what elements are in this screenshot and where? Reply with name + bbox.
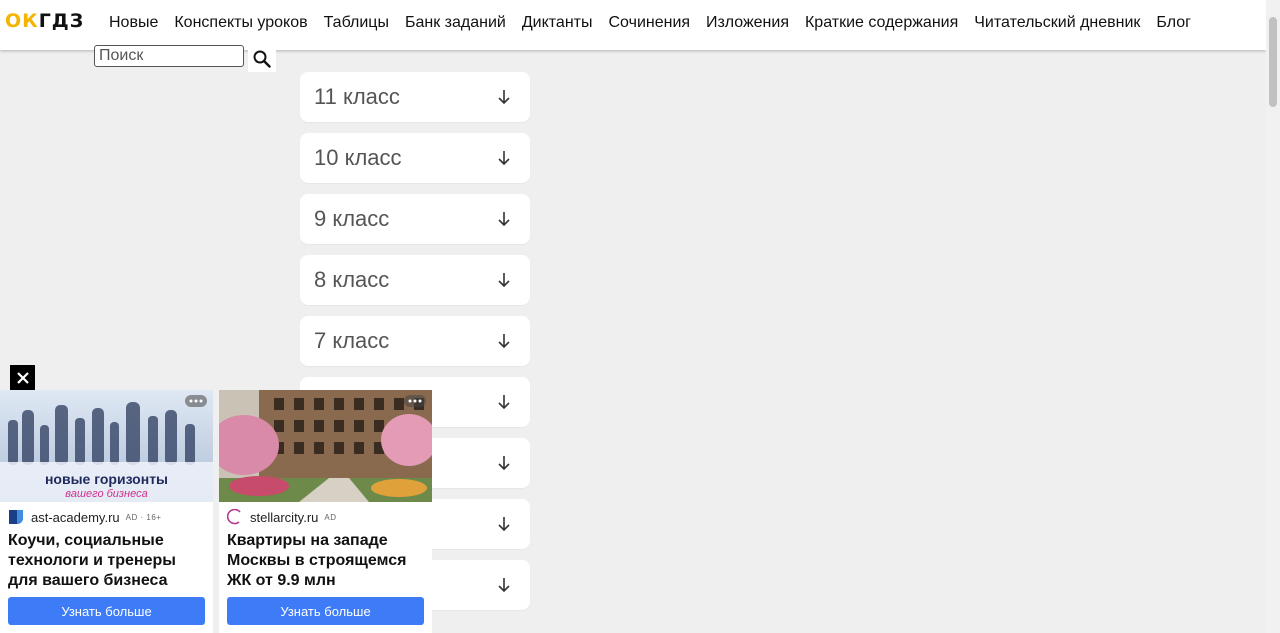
nav-item-lesson-notes[interactable]: Конспекты уроков xyxy=(166,13,315,33)
grade-item[interactable]: 10 класс xyxy=(300,133,530,183)
close-icon xyxy=(16,371,29,384)
arrow-down-icon xyxy=(498,334,510,349)
nav-item-new[interactable]: Новые xyxy=(101,13,166,33)
ad-source: ast-academy.ru AD · 16+ xyxy=(8,509,161,525)
scrollbar-thumb[interactable] xyxy=(1269,17,1277,107)
ad-close-button[interactable] xyxy=(10,365,35,390)
grade-item[interactable]: 11 класс xyxy=(300,72,530,122)
more-dots-icon xyxy=(408,399,422,403)
logo-part-ok: ОК xyxy=(5,10,39,32)
grade-item[interactable]: 7 класс xyxy=(300,316,530,366)
arrow-down-icon xyxy=(498,212,510,227)
search-icon xyxy=(253,50,271,68)
ad-domain[interactable]: ast-academy.ru xyxy=(31,510,120,525)
grade-label: 10 класс xyxy=(314,145,402,170)
nav-item-expositions[interactable]: Изложения xyxy=(698,13,797,33)
arrow-down-icon xyxy=(498,395,510,410)
nav-item-tables[interactable]: Таблицы xyxy=(316,13,397,33)
search-button[interactable] xyxy=(248,46,276,72)
ad-title[interactable]: Квартиры на западе Москвы в строящемся Ж… xyxy=(227,531,427,591)
more-options-button[interactable] xyxy=(404,395,426,407)
grade-item[interactable]: 8 класс xyxy=(300,255,530,305)
arrow-down-icon xyxy=(498,90,510,105)
arrow-down-icon xyxy=(498,273,510,288)
grade-label: 7 класс xyxy=(314,328,390,353)
nav-item-summaries[interactable]: Краткие содержания xyxy=(797,13,966,33)
more-dots-icon xyxy=(189,399,203,403)
ad-image-subcaption: вашего бизнеса xyxy=(65,488,148,500)
grade-label: 11 класс xyxy=(314,84,400,109)
search-input[interactable] xyxy=(94,45,244,67)
ad-image-art xyxy=(219,390,432,502)
ad-image-caption: новые горизонты xyxy=(44,471,169,487)
ad-image[interactable] xyxy=(219,390,432,502)
nav-item-dictations[interactable]: Диктанты xyxy=(514,13,601,33)
learn-more-button[interactable]: Узнать больше xyxy=(8,597,205,625)
ad-card[interactable]: новые горизонты вашего бизнеса ast-acade… xyxy=(0,390,213,633)
arrow-down-icon xyxy=(498,456,510,471)
stellarcity-logo-icon xyxy=(227,509,241,525)
ad-card[interactable]: stellarcity.ru AD Квартиры на западе Мос… xyxy=(219,390,432,633)
ast-academy-logo-icon xyxy=(9,510,23,524)
grade-label: 9 класс xyxy=(314,206,390,231)
ad-tag: AD xyxy=(324,512,337,522)
ad-domain[interactable]: stellarcity.ru xyxy=(250,510,318,525)
nav-item-essays[interactable]: Сочинения xyxy=(601,13,699,33)
nav-item-task-bank[interactable]: Банк заданий xyxy=(397,13,514,33)
more-options-button[interactable] xyxy=(185,395,207,407)
top-bar: ОКГДЗ Новые Конспекты уроков Таблицы Бан… xyxy=(0,0,1266,50)
logo-part-gdz: ГДЗ xyxy=(38,10,85,32)
ad-image[interactable]: новые горизонты вашего бизнеса xyxy=(0,390,213,502)
nav-item-blog[interactable]: Блог xyxy=(1148,13,1199,33)
arrow-down-icon xyxy=(498,578,510,593)
main-nav: Новые Конспекты уроков Таблицы Банк зада… xyxy=(101,13,1199,33)
grade-label: 8 класс xyxy=(314,267,390,292)
arrow-down-icon xyxy=(498,517,510,532)
vertical-scrollbar[interactable] xyxy=(1266,0,1280,633)
arrow-down-icon xyxy=(498,151,510,166)
ad-tag: AD · 16+ xyxy=(125,512,162,522)
site-logo[interactable]: ОКГДЗ xyxy=(5,10,84,32)
grade-item[interactable]: 9 класс xyxy=(300,194,530,244)
ad-title[interactable]: Коучи, социальные технологи и тренеры дл… xyxy=(8,531,208,591)
learn-more-button[interactable]: Узнать больше xyxy=(227,597,424,625)
nav-item-reader-diary[interactable]: Читательский дневник xyxy=(966,13,1148,33)
ad-source: stellarcity.ru AD xyxy=(227,509,337,525)
